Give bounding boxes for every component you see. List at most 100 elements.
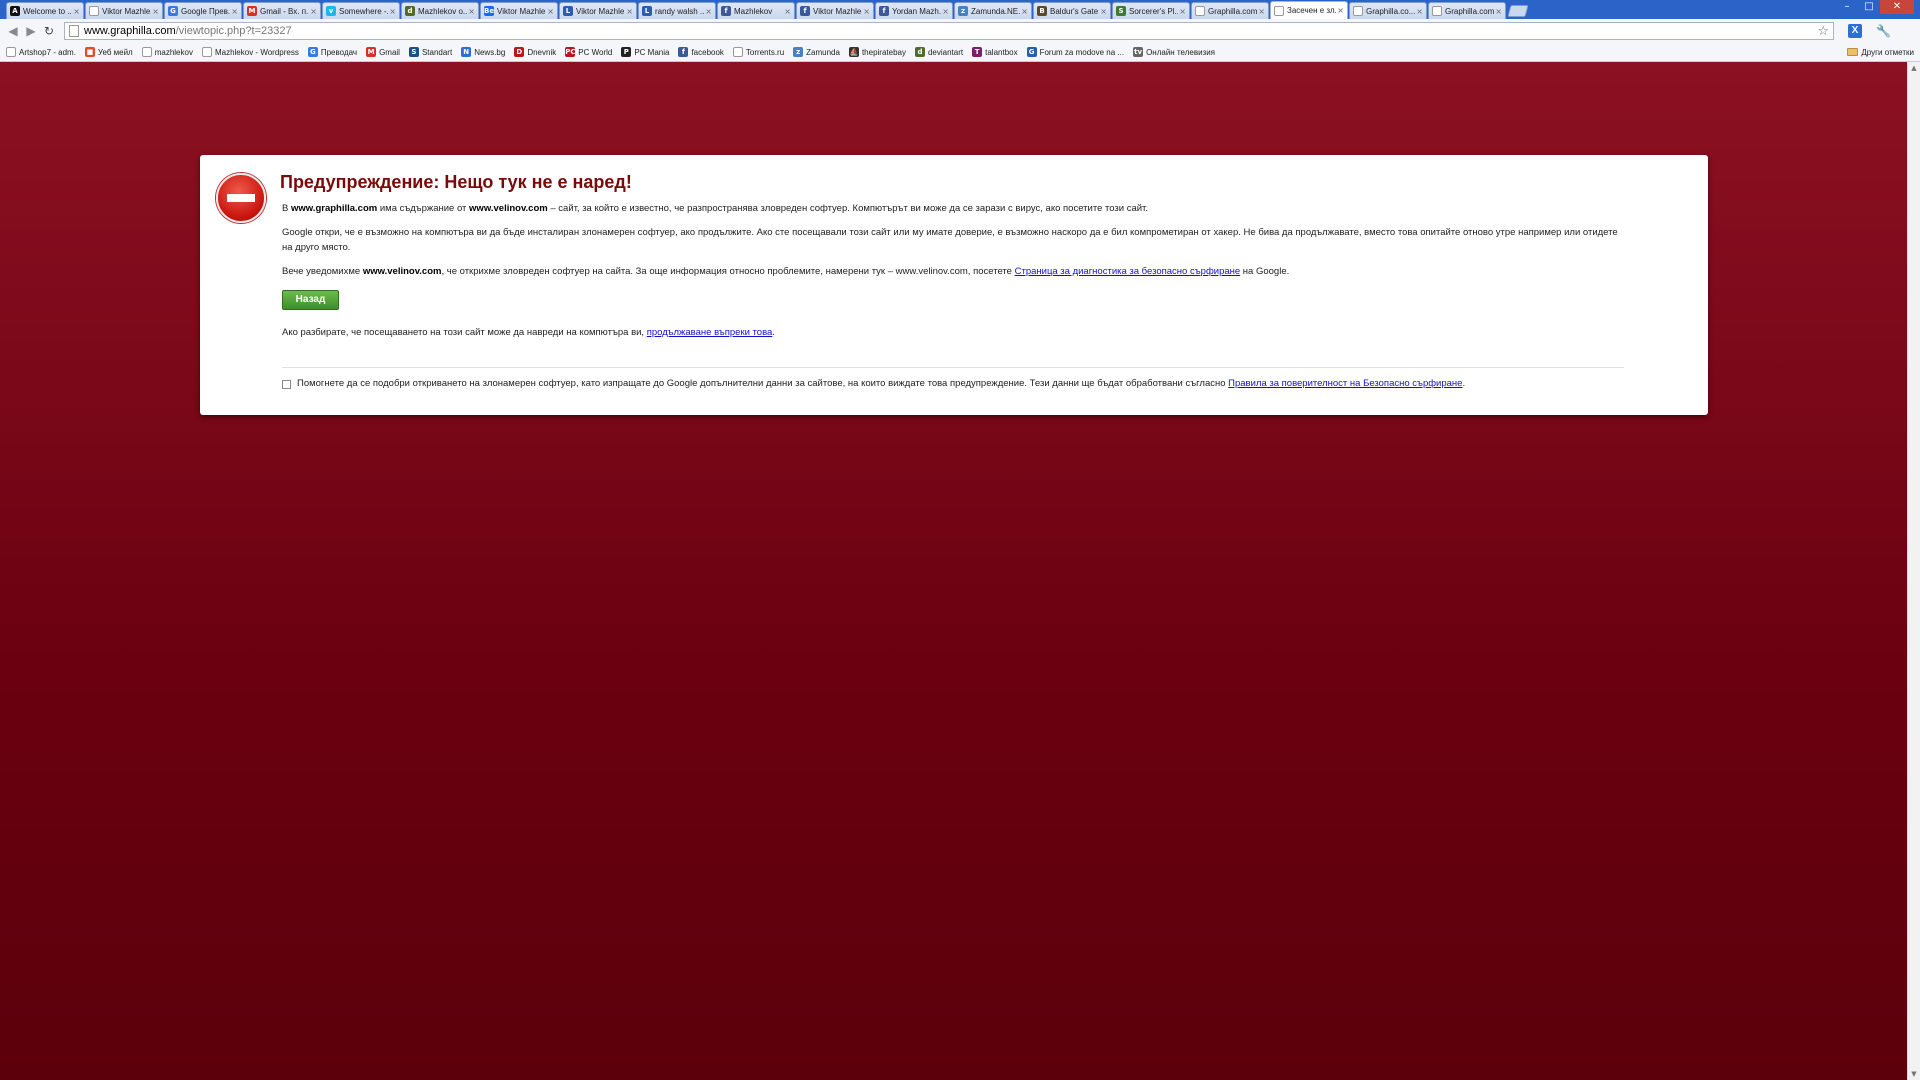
bookmark-item[interactable]: ■ Уеб мейл (84, 47, 133, 57)
bookmark-label: PC Mania (634, 47, 670, 57)
address-bar[interactable]: www.graphilla.com/viewtopic.php?t=23327 … (64, 22, 1834, 40)
bookmark-label: Dnevnik (527, 47, 557, 57)
bookmark-label: thepiratebay (861, 47, 906, 57)
tab-close-icon[interactable]: × (72, 7, 80, 16)
tab-label: Viktor Mazhle... (576, 6, 625, 16)
bookmark-favicon-icon: G (1026, 47, 1037, 57)
tab-close-icon[interactable]: × (230, 7, 238, 16)
bookmark-item[interactable]: d deviantart (914, 47, 963, 57)
tab-15[interactable]: Graphilla.com...× (1191, 2, 1269, 19)
bookmark-item[interactable]: z Zamunda (793, 47, 840, 57)
tab-1[interactable]: Viktor Mazhle...× (85, 2, 163, 19)
tab-close-icon[interactable]: × (1099, 7, 1107, 16)
bookmark-favicon-icon: T (972, 47, 983, 57)
tab-14[interactable]: S Sorcerer's Pl... × (1112, 2, 1190, 19)
scroll-up-arrow-icon[interactable]: ▲ (1910, 64, 1918, 72)
privacy-policy-link[interactable]: Правила за поверителност на Безопасно съ… (1228, 378, 1462, 389)
tab-favicon-icon: v (326, 6, 336, 16)
tab-favicon-icon: z (958, 6, 968, 16)
tab-close-icon[interactable]: × (151, 7, 159, 16)
warning-paragraph-2: Google откри, че е възможно на компютъра… (282, 227, 1618, 253)
reload-icon[interactable]: ↻ (40, 22, 58, 40)
tab-11[interactable]: f Yordan Mazh... × (875, 2, 953, 19)
tab-6[interactable]: BeViktor Mazhle...× (480, 2, 558, 19)
tab-close-icon[interactable]: × (388, 7, 396, 16)
bookmark-item[interactable]: mazhlekov (141, 47, 193, 57)
tab-3[interactable]: M Gmail - Вх. п... × (243, 2, 321, 19)
bookmark-favicon-icon: M (366, 47, 377, 57)
bookmark-item[interactable]: G Преводач (307, 47, 357, 57)
tab-9[interactable]: f Mazhlekov × (717, 2, 795, 19)
tab-close-icon[interactable]: × (941, 7, 949, 16)
bookmark-favicon-icon: d (914, 47, 925, 57)
tab-4[interactable]: v Somewhere -... × (322, 2, 400, 19)
bookmark-favicon-icon: ■ (84, 47, 95, 57)
tab-close-icon[interactable]: × (1257, 7, 1265, 16)
tab-close-icon[interactable]: × (704, 7, 712, 16)
tab-favicon-icon: Be (484, 6, 495, 16)
tab-8[interactable]: Lrandy walsh ... × (638, 2, 716, 19)
tab-17[interactable]: Graphilla.co... × (1349, 2, 1427, 19)
minimize-button[interactable]: – (1836, 0, 1858, 14)
tab-label: Mazhlekov (734, 6, 773, 16)
checkbox-text: Помогнете да се подобри откриването на з… (297, 378, 1229, 389)
tab-close-icon[interactable]: × (309, 7, 317, 16)
tab-13[interactable]: BBaldur's Gate...× (1033, 2, 1111, 19)
extension-icon[interactable]: X (1848, 24, 1862, 38)
bookmark-item[interactable]: Torrents.ru (732, 47, 784, 57)
bookmark-label: Zamunda (806, 47, 840, 57)
scroll-down-arrow-icon[interactable]: ▼ (1910, 1070, 1918, 1078)
checkbox-suffix: . (1462, 378, 1466, 389)
close-window-button[interactable]: ✕ (1880, 0, 1914, 14)
bookmark-item[interactable]: Artshop7 - adm. (6, 47, 76, 57)
bookmark-item[interactable]: S Standart (408, 47, 452, 57)
tab-label: Viktor Mazhle... (813, 6, 862, 16)
bookmark-favicon-icon: f (678, 47, 689, 57)
tab-18[interactable]: Graphilla.com...× (1428, 2, 1506, 19)
tab-close-icon[interactable]: × (1178, 7, 1186, 16)
bookmark-item[interactable]: M Gmail (366, 47, 400, 57)
diagnostic-page-link[interactable]: Страница за диагностика за безопасно сър… (1015, 266, 1241, 277)
bookmark-item[interactable]: PC PC World (565, 47, 612, 57)
tab-2[interactable]: G Google Прев... × (164, 2, 242, 19)
bookmark-item[interactable]: G Forum za modove na ... (1026, 47, 1124, 57)
tab-10[interactable]: fViktor Mazhle...× (796, 2, 874, 19)
bookmark-label: facebook (691, 47, 724, 57)
tab-close-icon[interactable]: × (862, 7, 870, 16)
bookmark-item[interactable]: Ttalantbox (972, 47, 1018, 57)
tab-close-icon[interactable]: × (1336, 6, 1344, 15)
bookmark-item[interactable]: tv Онлайн телевизия (1133, 47, 1215, 57)
bookmark-item[interactable]: P PC Mania (621, 47, 669, 57)
back-arrow-icon[interactable]: ◀ (4, 22, 22, 40)
report-checkbox[interactable] (282, 380, 291, 389)
bookmark-item[interactable]: f facebook (678, 47, 724, 57)
tab-0[interactable]: A Welcome to ... × (6, 2, 84, 19)
tab-close-icon[interactable]: × (467, 7, 475, 16)
new-tab-button[interactable] (1507, 5, 1529, 17)
tab-16[interactable]: Засечен е зл... × (1270, 1, 1348, 19)
back-button[interactable]: Назад (282, 290, 339, 310)
maximize-button[interactable]: □ (1858, 0, 1880, 14)
bookmark-item[interactable]: ⛵ thepiratebay (848, 47, 906, 57)
vertical-scrollbar[interactable]: ▲ ▼ (1907, 62, 1920, 1080)
bookmark-item[interactable]: Mazhlekov - Wordpress (201, 47, 299, 57)
tab-close-icon[interactable]: × (625, 7, 633, 16)
wrench-menu-icon[interactable]: 🔧 (1876, 24, 1891, 38)
tab-7[interactable]: LViktor Mazhle...× (559, 2, 637, 19)
bookmark-star-icon[interactable]: ☆ (1817, 24, 1829, 39)
folder-icon (1847, 48, 1859, 56)
tab-5[interactable]: d Mazhlekov o... × (401, 2, 479, 19)
other-bookmarks-folder[interactable]: Други отметки (1847, 48, 1914, 57)
proceed-anyway-link[interactable]: продължаване въпреки това (647, 327, 773, 338)
forward-arrow-icon[interactable]: ▶ (22, 22, 40, 40)
bookmark-item[interactable]: N News.bg (461, 47, 505, 57)
bookmark-item[interactable]: D Dnevnik (514, 47, 556, 57)
tab-close-icon[interactable]: × (783, 7, 791, 16)
tab-close-icon[interactable]: × (1415, 7, 1423, 16)
tab-favicon-icon: L (563, 6, 573, 16)
tab-close-icon[interactable]: × (1494, 7, 1502, 16)
tab-close-icon[interactable]: × (1020, 7, 1028, 16)
tab-12[interactable]: z Zamunda.NE... × (954, 2, 1032, 19)
tab-close-icon[interactable]: × (546, 7, 554, 16)
tab-list: AWelcome to ...×Viktor Mazhle...×GGoogle… (6, 1, 1507, 19)
